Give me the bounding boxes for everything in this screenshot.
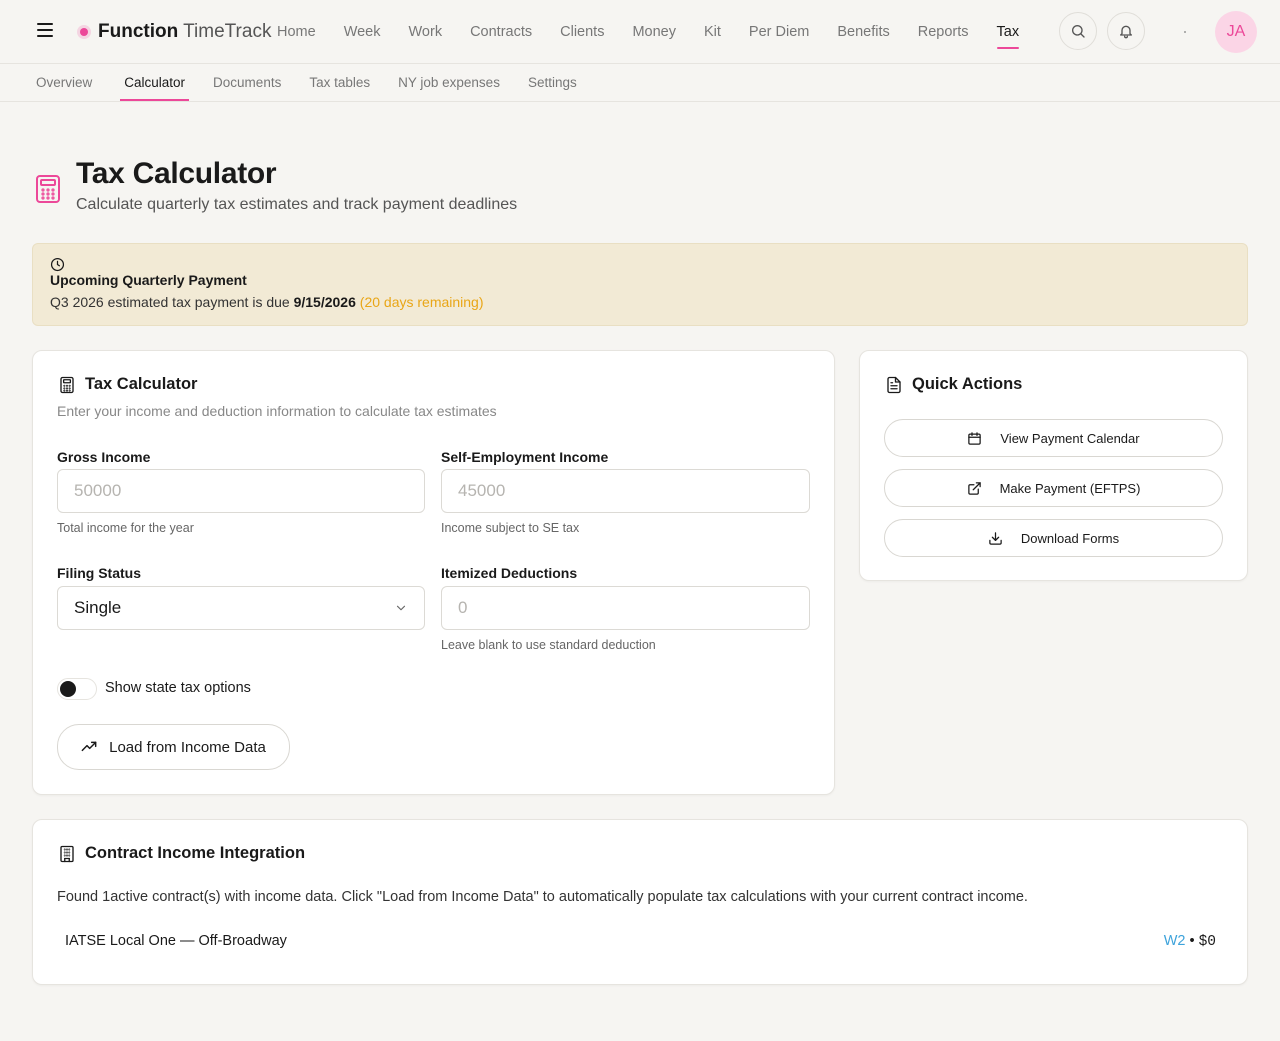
alert-text-lead: Q3 2026 estimated tax payment is due <box>50 294 294 310</box>
filing-status-value: Single <box>74 598 122 617</box>
nav-per-diem[interactable]: Per Diem <box>735 0 823 64</box>
avatar[interactable]: JA <box>1215 11 1257 53</box>
tax-subnav: Overview Calculator Documents Tax tables… <box>0 64 1280 102</box>
nav-work[interactable]: Work <box>395 0 457 64</box>
download-forms-button[interactable]: Download Forms <box>884 519 1223 557</box>
calendar-icon <box>968 431 982 445</box>
nav-benefits[interactable]: Benefits <box>823 0 903 64</box>
quarterly-payment-alert: Upcoming Quarterly Payment Q3 2026 estim… <box>32 243 1248 326</box>
alert-days-remaining: (20 days remaining) <box>355 294 484 310</box>
itemized-deductions-help: Leave blank to use standard deduction <box>441 638 656 652</box>
state-tax-toggle-label: Show state tax options <box>105 680 251 696</box>
view-payment-calendar-label: View Payment Calendar <box>1000 430 1140 446</box>
state-tax-toggle[interactable] <box>57 678 97 700</box>
chevron-down-icon <box>396 605 406 611</box>
contract-name: IATSE Local One — Off-Broadway <box>65 933 287 949</box>
main-nav: Home Week Work Contracts Clients Money K… <box>263 0 1033 64</box>
load-from-income-button[interactable]: Load from Income Data <box>57 724 290 770</box>
contract-type: W2 <box>1163 933 1186 949</box>
quick-actions-title: Quick Actions <box>912 375 1023 393</box>
calculator-card-description: Enter your income and deduction informat… <box>57 403 497 419</box>
tab-settings[interactable]: Settings <box>514 64 591 101</box>
building-icon <box>60 845 74 863</box>
tab-documents[interactable]: Documents <box>203 64 295 101</box>
nav-contracts[interactable]: Contracts <box>456 0 546 64</box>
nav-clients[interactable]: Clients <box>546 0 618 64</box>
nav-home[interactable]: Home <box>263 0 330 64</box>
itemized-deductions-input[interactable] <box>441 586 810 630</box>
bell-icon <box>1120 25 1132 39</box>
tab-overview[interactable]: Overview <box>22 64 106 101</box>
brand-name: Function <box>98 21 179 42</box>
filing-status-select[interactable]: Single <box>57 586 425 630</box>
calculator-icon <box>36 175 60 203</box>
brand-product: TimeTrack <box>178 21 272 42</box>
make-payment-button[interactable]: Make Payment (EFTPS) <box>884 469 1223 507</box>
download-forms-label: Download Forms <box>1020 530 1120 546</box>
external-link-icon <box>967 481 981 495</box>
gross-income-help: Total income for the year <box>57 521 194 535</box>
tab-calculator[interactable]: Calculator <box>120 64 189 101</box>
notifications-button[interactable] <box>1107 12 1145 50</box>
nav-reports[interactable]: Reports <box>904 0 983 64</box>
search-button[interactable] <box>1059 12 1097 50</box>
brand-logo[interactable]: Function TimeTrack <box>98 21 271 43</box>
contract-separator: • <box>1185 933 1199 949</box>
filing-status-label: Filing Status <box>57 565 141 581</box>
status-dot <box>1184 31 1186 33</box>
contract-amount: $0 <box>1198 934 1216 950</box>
brand-dot-icon <box>80 28 88 36</box>
nav-week[interactable]: Week <box>330 0 395 64</box>
alert-text: Q3 2026 estimated tax payment is due 9/1… <box>50 294 484 310</box>
calculator-card-title: Tax Calculator <box>85 375 198 393</box>
menu-icon[interactable] <box>36 23 54 41</box>
load-from-income-label: Load from Income Data <box>109 738 266 756</box>
nav-tax[interactable]: Tax <box>983 0 1034 64</box>
contract-meta: W2 • $0 <box>1164 933 1216 950</box>
gross-income-input[interactable] <box>57 469 425 513</box>
trending-up-icon <box>81 741 97 752</box>
contract-income-text: Found 1active contract(s) with income da… <box>57 889 1028 905</box>
top-nav: Function TimeTrack Home Week Work Contra… <box>0 0 1280 64</box>
tab-tax-tables[interactable]: Tax tables <box>295 64 384 101</box>
page-subtitle: Calculate quarterly tax estimates and tr… <box>76 196 518 213</box>
nav-money[interactable]: Money <box>618 0 690 64</box>
itemized-deductions-label: Itemized Deductions <box>441 565 578 581</box>
view-payment-calendar-button[interactable]: View Payment Calendar <box>884 419 1223 457</box>
contract-income-title: Contract Income Integration <box>85 844 306 862</box>
make-payment-label: Make Payment (EFTPS) <box>999 480 1141 496</box>
se-income-help: Income subject to SE tax <box>441 521 580 535</box>
page-title: Tax Calculator <box>76 157 277 190</box>
toggle-knob <box>60 681 76 697</box>
gross-income-label: Gross Income <box>57 449 151 465</box>
tab-ny-job-expenses[interactable]: NY job expenses <box>384 64 514 101</box>
se-income-input[interactable] <box>441 469 810 513</box>
alert-due-date: 9/15/2026 <box>293 294 356 310</box>
clock-icon <box>50 257 65 272</box>
alert-title: Upcoming Quarterly Payment <box>50 272 247 288</box>
calculator-icon <box>60 376 74 394</box>
search-icon <box>1072 25 1085 38</box>
se-income-label: Self-Employment Income <box>441 449 609 465</box>
file-text-icon <box>887 376 901 394</box>
download-icon <box>989 531 1002 545</box>
nav-kit[interactable]: Kit <box>690 0 735 64</box>
